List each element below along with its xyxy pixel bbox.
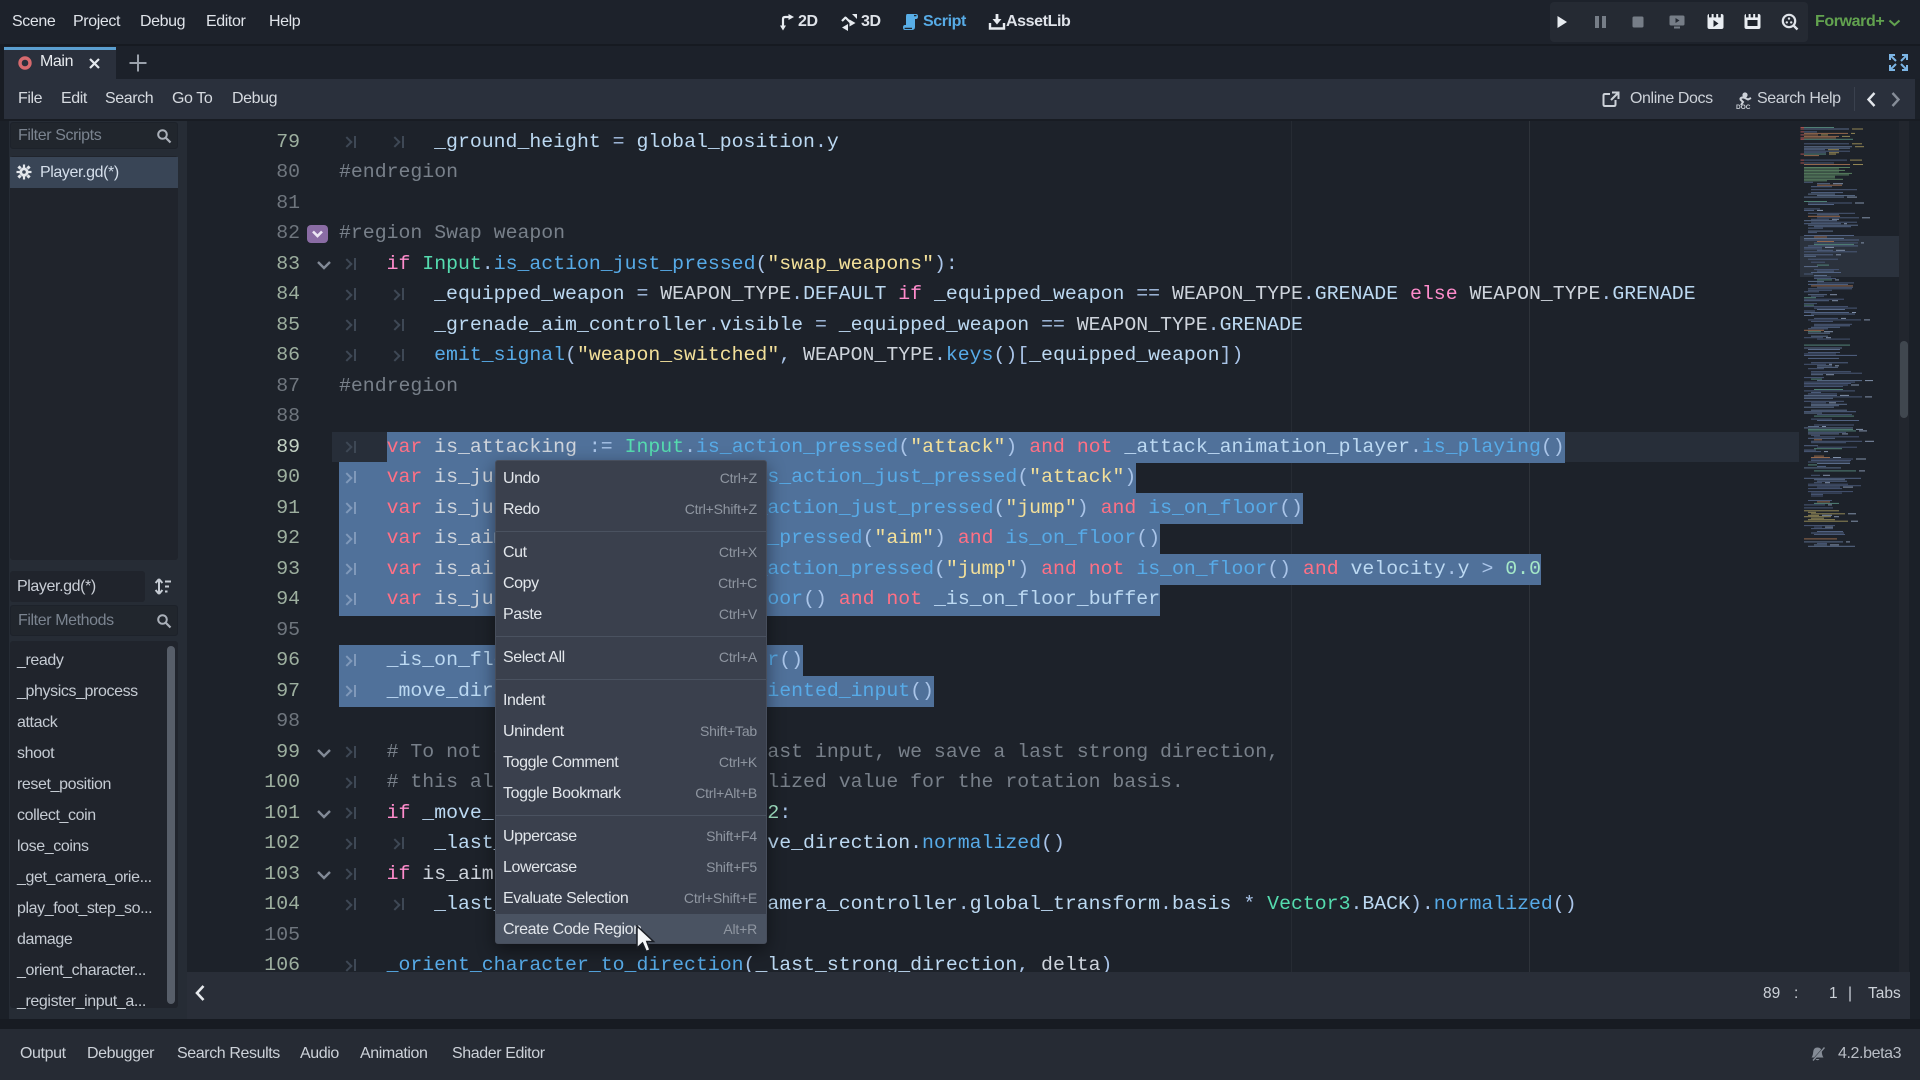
svg-text:DOC: DOC (1736, 104, 1751, 110)
